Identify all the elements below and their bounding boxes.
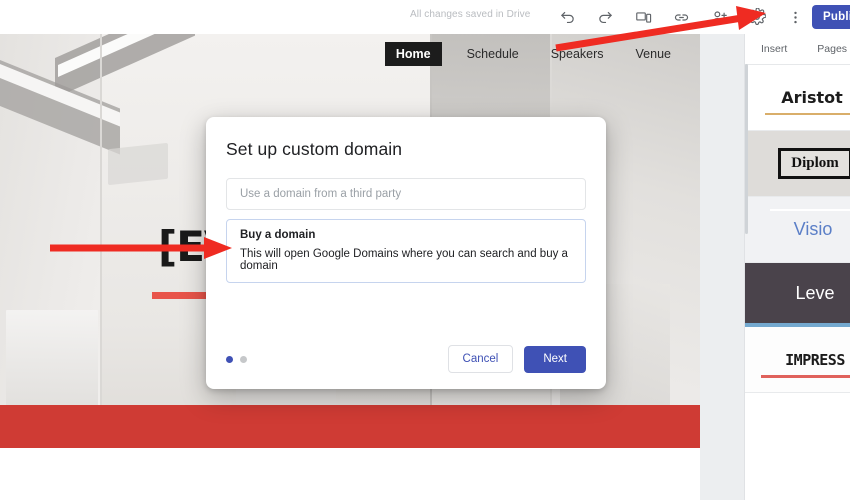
template-card-level[interactable]: Leve (745, 263, 850, 327)
undo-icon[interactable] (548, 0, 586, 34)
step-dot-active (226, 355, 233, 363)
publish-button[interactable]: Publish (812, 5, 850, 29)
template-label: IMPRESS (785, 350, 845, 369)
tab-pages[interactable]: Pages (817, 43, 847, 55)
template-card-impress[interactable]: IMPRESS (745, 327, 850, 393)
right-side-panel: Insert Pages Aristot Diplom Visio Leve I… (744, 34, 850, 500)
canvas-gutter (700, 34, 744, 500)
site-nav-item-venue[interactable]: Venue (629, 43, 678, 65)
template-label: Aristot (781, 88, 843, 107)
gear-icon[interactable] (738, 0, 776, 34)
site-nav-item-schedule[interactable]: Schedule (460, 43, 526, 65)
preview-icon[interactable] (624, 0, 662, 34)
more-vertical-icon[interactable] (776, 0, 814, 34)
third-party-domain-input[interactable]: Use a domain from a third party (226, 178, 586, 210)
right-panel-tabs: Insert Pages (745, 34, 850, 65)
template-card-vision[interactable]: Visio (745, 197, 850, 263)
dialog-footer: Cancel Next (206, 329, 606, 389)
toolbar-icon-group (548, 0, 814, 34)
hero-red-band (0, 405, 700, 448)
dialog-title: Set up custom domain (226, 139, 403, 159)
template-label: Diplom (778, 148, 850, 179)
site-nav-item-speakers[interactable]: Speakers (544, 43, 611, 65)
step-indicator (226, 355, 247, 363)
buy-a-domain-title: Buy a domain (240, 229, 316, 241)
editor-toolbar: All changes saved in Drive Publ (0, 0, 850, 34)
template-card-diploma[interactable]: Diplom (745, 131, 850, 197)
template-label: Leve (795, 282, 835, 303)
right-panel-scrollbar[interactable] (745, 64, 748, 234)
next-button[interactable]: Next (524, 345, 586, 373)
site-navigation: Home Schedule Speakers Venue (0, 34, 700, 74)
link-icon[interactable] (662, 0, 700, 34)
template-label: Visio (793, 219, 833, 239)
site-nav-item-home[interactable]: Home (384, 42, 442, 66)
dialog-actions: Cancel Next (447, 345, 586, 373)
buy-a-domain-option[interactable]: Buy a domain This will open Google Domai… (226, 219, 586, 283)
add-person-icon[interactable] (700, 0, 738, 34)
cancel-button[interactable]: Cancel (447, 345, 514, 373)
google-sites-editor: Home Schedule Speakers Venue [EV Insert … (0, 0, 850, 500)
custom-domain-dialog: Set up custom domain Use a domain from a… (206, 117, 606, 389)
step-dot-inactive (240, 355, 247, 363)
template-card-aristotle[interactable]: Aristot (745, 65, 850, 131)
redo-icon[interactable] (586, 0, 624, 34)
template-list: Aristot Diplom Visio Leve IMPRESS (745, 65, 850, 393)
buy-a-domain-description: This will open Google Domains where you … (240, 248, 568, 272)
tab-insert[interactable]: Insert (761, 43, 787, 55)
save-status-text: All changes saved in Drive (410, 9, 531, 20)
